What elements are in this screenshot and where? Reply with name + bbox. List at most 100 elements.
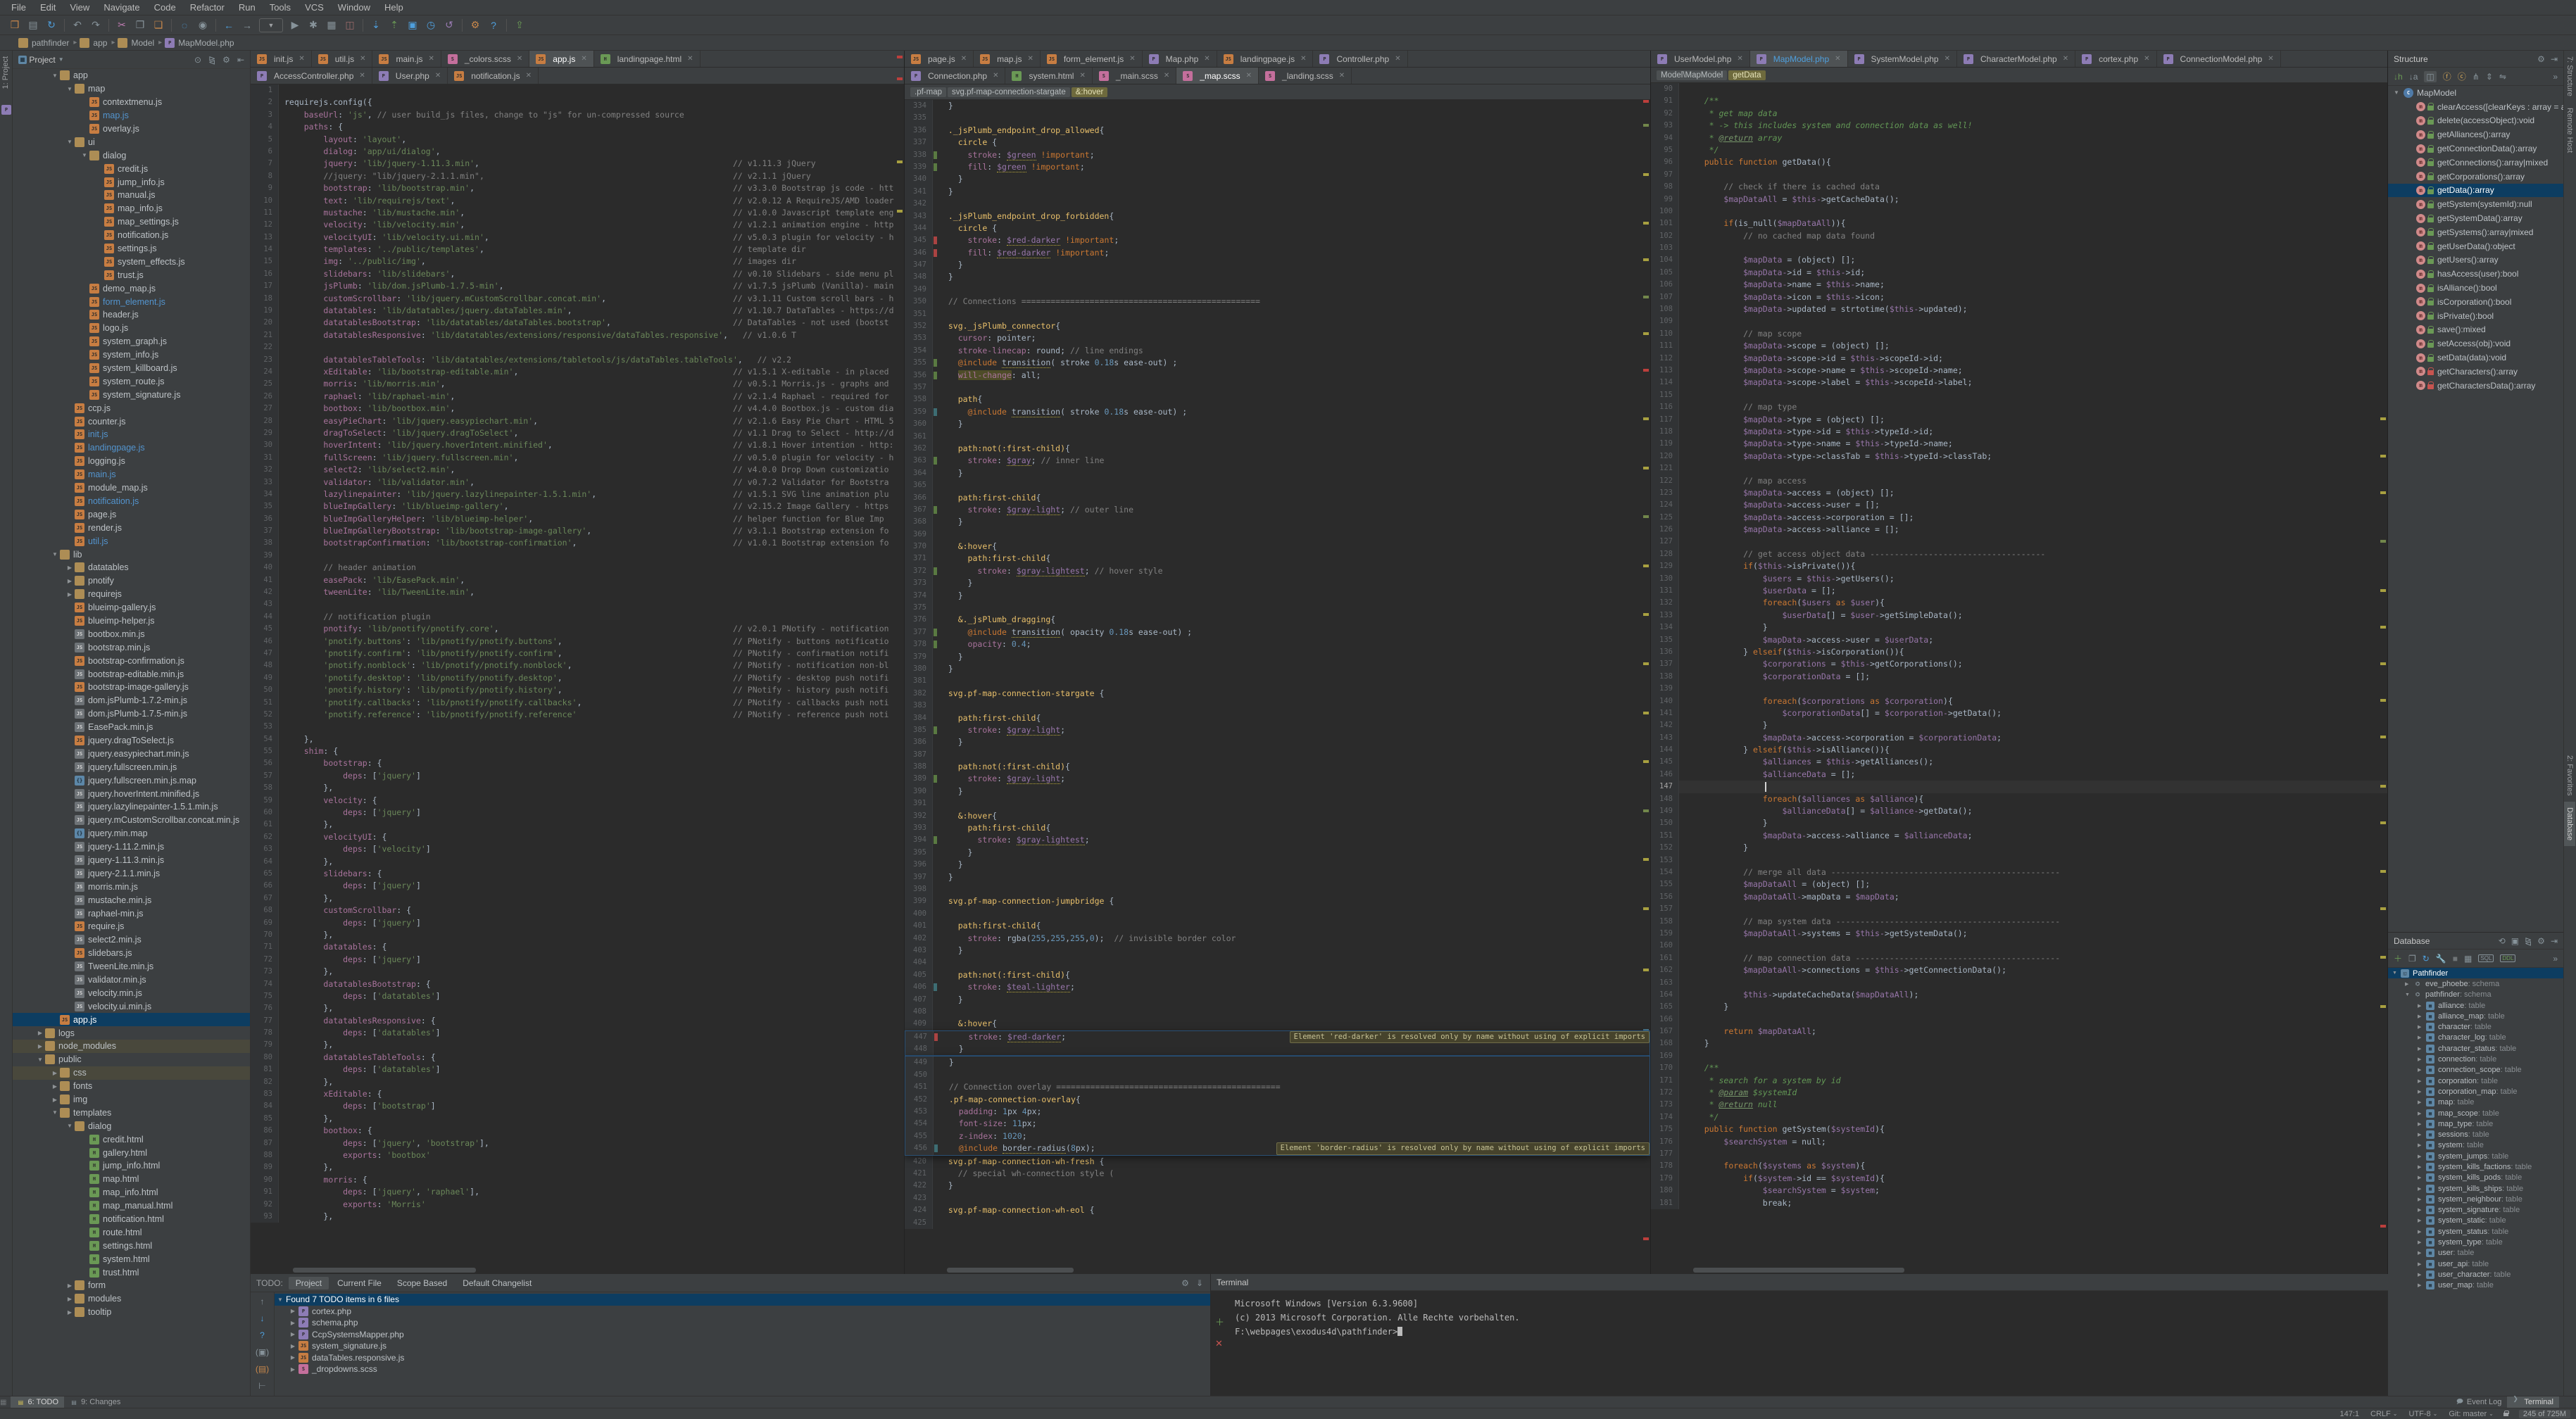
tab-SystemModel.php[interactable]: PSystemModel.php✕: [1848, 51, 1957, 67]
structure-method-setData[interactable]: msetData(data):void: [2388, 351, 2563, 365]
stripe-Terminal[interactable]: ❯_Terminal: [2507, 1396, 2559, 1408]
project-tree-item-mustache.min.js[interactable]: JSmustache.min.js: [13, 893, 250, 907]
back-icon[interactable]: ←: [220, 17, 238, 34]
sync-icon[interactable]: ⟲: [2499, 936, 2506, 946]
menu-view[interactable]: View: [63, 0, 96, 15]
tab-landingpage.html[interactable]: Hlandingpage.html✕: [594, 51, 700, 67]
structure-method-getCharacters[interactable]: mgetCharacters():array: [2388, 365, 2563, 379]
todo-file-schema.php[interactable]: ▶Pschema.php: [275, 1317, 1210, 1329]
project-tree-item-bootstrap.min.js[interactable]: JSbootstrap.min.js: [13, 641, 250, 654]
project-tree-item-system_route.js[interactable]: JSsystem_route.js: [13, 374, 250, 388]
project-tree-item-notification.js[interactable]: JSnotification.js: [13, 495, 250, 508]
project-tree-item-css[interactable]: ▶css: [13, 1066, 250, 1080]
structure-method-getData[interactable]: mgetData():array: [2388, 184, 2563, 198]
structure-method-getCorporations[interactable]: mgetCorporations():array: [2388, 170, 2563, 184]
db-item-corporation[interactable]: ▶▦corporation: table: [2388, 1076, 2563, 1086]
db-item-system_jumps[interactable]: ▶▦system_jumps: table: [2388, 1151, 2563, 1161]
project-tree-item-bootstrap-editable.min.js[interactable]: JSbootstrap-editable.min.js: [13, 667, 250, 681]
project-tree-item-require.js[interactable]: JSrequire.js: [13, 920, 250, 933]
project-tree-item-landingpage.js[interactable]: JSlandingpage.js: [13, 441, 250, 455]
project-tree-item-route.html[interactable]: Hroute.html: [13, 1225, 250, 1239]
project-tree-item-fonts[interactable]: ▶fonts: [13, 1080, 250, 1093]
close-tab-icon[interactable]: ✕: [428, 55, 434, 63]
close-session-icon[interactable]: ✕: [1215, 1338, 1224, 1349]
structure-method-save[interactable]: msave():mixed: [2388, 323, 2563, 337]
db-item-connection_scope[interactable]: ▶▦connection_scope: table: [2388, 1065, 2563, 1076]
db-item-user[interactable]: ▶▦user: table: [2388, 1248, 2563, 1259]
stripe-6: TODO[interactable]: ▤6: TODO: [11, 1396, 64, 1408]
project-tree-item-notification.html[interactable]: Hnotification.html: [13, 1213, 250, 1226]
project-tree-item-gallery.html[interactable]: Hgallery.html: [13, 1146, 250, 1159]
project-tree-item-dialog[interactable]: ▼dialog: [13, 1119, 250, 1133]
close-tab-icon[interactable]: ✕: [360, 55, 365, 63]
project-tree-item-jquery.min.map[interactable]: {}jquery.min.map: [13, 827, 250, 840]
duplicate-icon[interactable]: ❐: [2408, 954, 2416, 964]
project-tree-item-templates[interactable]: ▼templates: [13, 1106, 250, 1119]
project-tree-item-settings.js[interactable]: JSsettings.js: [13, 242, 250, 256]
db-item-system_kills_factions[interactable]: ▶▦system_kills_factions: table: [2388, 1161, 2563, 1172]
show-inherited-icon[interactable]: ⋔: [2473, 72, 2480, 82]
db-item-system_signature[interactable]: ▶▦system_signature: table: [2388, 1205, 2563, 1216]
menu-refactor[interactable]: Refactor: [183, 0, 232, 15]
db-item-system_static[interactable]: ▶▦system_static: table: [2388, 1216, 2563, 1226]
structure-class-row[interactable]: ▼CMapModel: [2388, 86, 2563, 100]
tab-AccessController.php[interactable]: PAccessController.php✕: [251, 68, 372, 84]
todo-file-CcpSystemsMapper.php[interactable]: ▶PCcpSystemsMapper.php: [275, 1329, 1210, 1341]
project-tree-item-render.js[interactable]: JSrender.js: [13, 521, 250, 534]
structure-method-getUserData[interactable]: mgetUserData():object: [2388, 239, 2563, 253]
db-item-alliance[interactable]: ▶▦alliance: table: [2388, 1000, 2563, 1011]
project-tree-item-system_effects.js[interactable]: JSsystem_effects.js: [13, 255, 250, 268]
menu-run[interactable]: Run: [232, 0, 263, 15]
copy-icon[interactable]: ❐: [131, 17, 149, 34]
project-tree-item-logo.js[interactable]: JSlogo.js: [13, 322, 250, 335]
stripe-Remote Host[interactable]: Remote Host: [2564, 102, 2575, 158]
menu-navigate[interactable]: Navigate: [96, 0, 146, 15]
db-item-pathfinder[interactable]: ▼⌬pathfinder: schema: [2388, 990, 2563, 1000]
group-by-icon[interactable]: (▣): [256, 1347, 269, 1357]
editor-breadcrumb[interactable]: Model\MapModel: [1657, 70, 1727, 80]
project-tree-item-ccp.js[interactable]: JSccp.js: [13, 401, 250, 415]
tab-_colors.scss[interactable]: S_colors.scss✕: [441, 51, 529, 67]
close-tab-icon[interactable]: ✕: [1246, 72, 1252, 80]
structure-method-getSystemData[interactable]: mgetSystemData():array: [2388, 211, 2563, 225]
breadcrumb-app[interactable]: app▸: [80, 38, 115, 48]
project-tree-item-morris.min.js[interactable]: JSmorris.min.js: [13, 880, 250, 893]
close-tab-icon[interactable]: ✕: [299, 55, 304, 63]
project-tree-item-page.js[interactable]: JSpage.js: [13, 507, 250, 521]
tab-main.js[interactable]: JSmain.js✕: [372, 51, 441, 67]
project-tree-item-modules[interactable]: ▶modules: [13, 1292, 250, 1306]
project-tree-item-system.html[interactable]: Hsystem.html: [13, 1252, 250, 1266]
project-tree-item-form_element.js[interactable]: JSform_element.js: [13, 295, 250, 308]
collapse-all-icon[interactable]: ⧎: [208, 55, 215, 65]
diagnostics-icon[interactable]: 🔧: [2436, 954, 2446, 964]
project-tree-item-settings.html[interactable]: Hsettings.html: [13, 1239, 250, 1252]
project-tree-item-dialog[interactable]: ▼dialog: [13, 149, 250, 162]
upload-icon[interactable]: ⇪: [510, 17, 529, 34]
console-icon[interactable]: ▣: [2511, 936, 2519, 946]
find-icon[interactable]: ◌: [175, 17, 194, 34]
db-item-system_status[interactable]: ▶▦system_status: table: [2388, 1226, 2563, 1237]
project-tree-item-datatables[interactable]: ▶datatables: [13, 561, 250, 574]
help-icon[interactable]: ?: [484, 17, 503, 34]
ddl-icon[interactable]: DDL: [2500, 954, 2515, 962]
close-tab-icon[interactable]: ✕: [581, 55, 586, 63]
project-tree-item-bootstrap-image-gallery.js[interactable]: JSbootstrap-image-gallery.js: [13, 681, 250, 694]
rollback-icon[interactable]: ↺: [440, 17, 458, 34]
stripe-Database[interactable]: Database: [2564, 802, 2575, 846]
show-functions-icon[interactable]: ⓕ: [2443, 70, 2451, 82]
project-tree-item-TweenLite.min.js[interactable]: JSTweenLite.min.js: [13, 960, 250, 973]
project-tree-item-main.js[interactable]: JSmain.js: [13, 468, 250, 481]
editor-breadcrumb[interactable]: getData: [1728, 70, 1765, 80]
horizontal-scrollbar[interactable]: [1693, 1268, 1904, 1273]
project-tree-item-blueimp-helper.js[interactable]: JSblueimp-helper.js: [13, 614, 250, 628]
todo-file-cortex.php[interactable]: ▶Pcortex.php: [275, 1306, 1210, 1318]
structure-method-delete[interactable]: mdelete(accessObject):void: [2388, 114, 2563, 128]
project-tree-item-map_info.js[interactable]: JSmap_info.js: [13, 202, 250, 215]
next-todo-icon[interactable]: ↓: [260, 1313, 265, 1323]
project-tree-item-trust.html[interactable]: Htrust.html: [13, 1266, 250, 1279]
new-session-icon[interactable]: ＋: [1215, 1315, 1224, 1328]
project-tree-item-map_info.html[interactable]: Hmap_info.html: [13, 1186, 250, 1199]
stripe-2: Favorites[interactable]: 2: Favorites: [2564, 750, 2575, 801]
tab-_map.scss[interactable]: S_map.scss✕: [1176, 68, 1259, 84]
project-tree-item-slidebars.js[interactable]: JSslidebars.js: [13, 947, 250, 960]
